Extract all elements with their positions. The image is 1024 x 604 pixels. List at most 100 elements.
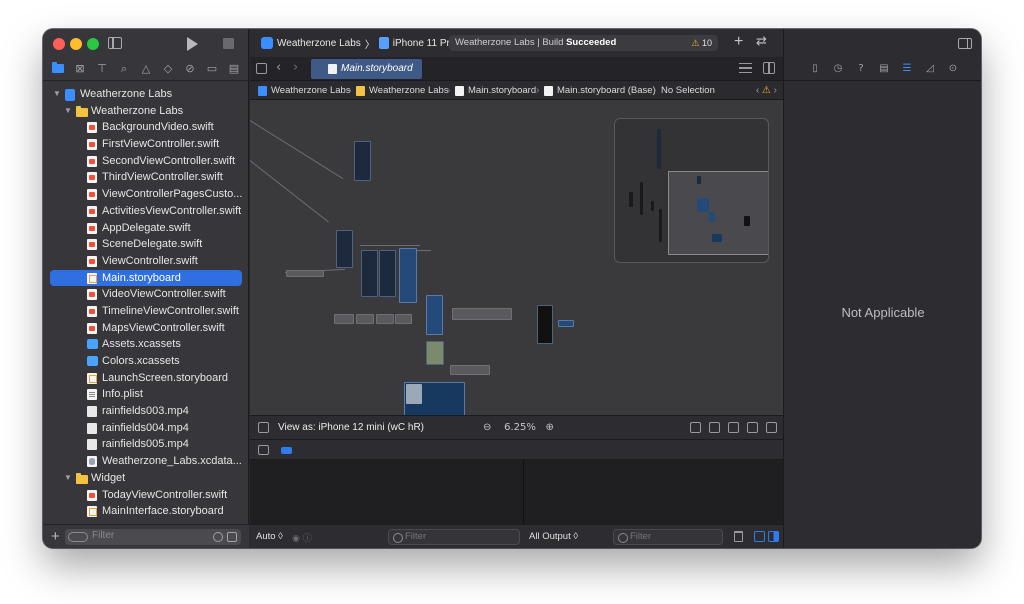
sidebar-toggle-icon[interactable] xyxy=(108,37,122,49)
storyboard-scene[interactable] xyxy=(558,320,574,327)
storyboard-scene[interactable] xyxy=(537,305,553,344)
connections-inspector-icon[interactable]: ⊙ xyxy=(946,62,960,76)
device-configuration[interactable]: View as: iPhone 12 mini (wC hR) xyxy=(278,416,424,440)
code-review-icon[interactable]: ⇄ xyxy=(756,34,767,49)
breadcrumb-base[interactable]: Main.storyboard (Base) xyxy=(544,81,656,100)
tree-item[interactable]: ViewController.swift xyxy=(43,253,249,270)
tree-item[interactable]: TodayViewController.swift xyxy=(43,487,249,504)
canvas-minimap[interactable] xyxy=(614,118,769,263)
tree-item[interactable]: SceneDelegate.swift xyxy=(43,236,249,253)
minimap-viewport[interactable] xyxy=(668,171,768,255)
eye-icon[interactable]: ◉ ⓘ xyxy=(292,531,312,544)
tree-item[interactable]: Main.storyboard xyxy=(50,269,242,287)
filter-options-icon[interactable] xyxy=(68,532,88,542)
tree-item[interactable]: MapsViewController.swift xyxy=(43,320,249,337)
storyboard-scene[interactable] xyxy=(361,250,378,297)
navigation-scene[interactable] xyxy=(286,270,324,277)
tree-item[interactable]: Weatherzone_Labs.xcdata... xyxy=(43,453,249,470)
show-variables-icon[interactable] xyxy=(754,531,765,542)
tree-item[interactable]: ▼ Weatherzone Labs xyxy=(43,103,249,120)
tree-item[interactable]: Colors.xcassets xyxy=(43,353,249,370)
storyboard-scene[interactable] xyxy=(426,295,443,335)
library-button[interactable]: + xyxy=(734,33,743,51)
tree-item[interactable]: Assets.xcassets xyxy=(43,336,249,353)
storyboard-scene[interactable] xyxy=(395,314,412,324)
tree-item[interactable]: ThirdViewController.swift xyxy=(43,169,249,186)
attributes-inspector-icon[interactable]: ☰ xyxy=(900,62,914,76)
storyboard-scene[interactable] xyxy=(354,141,371,181)
breakpoints-toggle-icon[interactable] xyxy=(281,447,292,454)
storyboard-scene[interactable] xyxy=(379,250,396,297)
tree-item[interactable]: FirstViewController.swift xyxy=(43,136,249,153)
pin-icon[interactable] xyxy=(728,422,739,433)
console-filter-field[interactable]: Filter xyxy=(613,529,723,545)
scheme-selector[interactable]: Weatherzone Labs 〉 iPhone 11 Pro xyxy=(261,35,455,51)
breadcrumb-file[interactable]: Main.storyboard xyxy=(455,81,536,100)
breakpoint-icon[interactable]: ▭ xyxy=(205,62,219,76)
storyboard-canvas[interactable] xyxy=(250,100,783,415)
tree-item[interactable]: rainfields004.mp4 xyxy=(43,420,249,437)
tab-main-storyboard[interactable]: Main.storyboard xyxy=(311,59,422,79)
update-frames-icon[interactable] xyxy=(690,422,701,433)
document-outline-toggle-icon[interactable] xyxy=(258,422,269,433)
navigator-filter-field[interactable]: Filter xyxy=(65,529,241,545)
size-inspector-icon[interactable]: ◿ xyxy=(923,62,937,76)
symbol-icon[interactable]: ⊤ xyxy=(95,62,109,76)
recent-files-icon[interactable] xyxy=(213,532,223,542)
storyboard-scene[interactable] xyxy=(406,384,422,404)
history-inspector-icon[interactable]: ◷ xyxy=(831,62,845,76)
zoom-window-button[interactable] xyxy=(87,38,99,50)
trash-icon[interactable] xyxy=(734,531,743,542)
disclosure-triangle-icon[interactable]: ▼ xyxy=(53,86,61,103)
breadcrumb-folder[interactable]: Weatherzone Labs xyxy=(356,81,449,100)
storyboard-scene[interactable] xyxy=(334,314,354,324)
tree-item[interactable]: ▼ Weatherzone Labs xyxy=(43,86,249,103)
tree-item[interactable]: AppDelegate.swift xyxy=(43,220,249,237)
find-icon[interactable]: ⌕ xyxy=(117,62,131,76)
storyboard-scene[interactable] xyxy=(399,248,417,303)
tree-item[interactable]: Info.plist xyxy=(43,386,249,403)
zoom-in-icon[interactable]: ⊕ xyxy=(545,422,553,433)
embed-in-icon[interactable] xyxy=(766,422,777,433)
tree-item[interactable]: rainfields003.mp4 xyxy=(43,403,249,420)
inspector-toggle-icon[interactable] xyxy=(958,38,972,49)
resolve-autolayout-icon[interactable] xyxy=(747,422,758,433)
forward-button[interactable]: › xyxy=(293,60,298,75)
storyboard-scene[interactable] xyxy=(356,314,374,324)
breadcrumb-selection[interactable]: No Selection xyxy=(661,81,715,100)
tree-item[interactable]: BackgroundVideo.swift xyxy=(43,119,249,136)
warning-badge[interactable]: ⚠ 10 xyxy=(691,35,712,51)
issue-icon[interactable]: △ xyxy=(139,62,153,76)
map-scene[interactable] xyxy=(426,341,444,365)
tree-item[interactable]: ▼ Widget xyxy=(43,470,249,487)
file-inspector-icon[interactable]: ▯ xyxy=(808,62,822,76)
hide-debug-area-icon[interactable] xyxy=(258,445,269,455)
folder-icon[interactable] xyxy=(51,62,65,76)
run-button[interactable] xyxy=(187,37,198,51)
stop-button[interactable] xyxy=(223,38,234,49)
debug-icon[interactable]: ⊘ xyxy=(183,62,197,76)
storyboard-scene[interactable] xyxy=(452,308,512,320)
zoom-out-icon[interactable]: ⊖ xyxy=(483,422,491,433)
identity-inspector-icon[interactable]: ▤ xyxy=(877,62,891,76)
source-control-filter-icon[interactable] xyxy=(227,532,237,542)
source-control-icon[interactable]: ⊠ xyxy=(73,62,87,76)
related-items-icon[interactable] xyxy=(256,63,267,74)
storyboard-scene[interactable] xyxy=(376,314,394,324)
tree-item[interactable]: SecondViewController.swift xyxy=(43,153,249,170)
add-file-button[interactable]: + xyxy=(51,528,60,545)
tree-item[interactable]: TimelineViewController.swift xyxy=(43,303,249,320)
align-icon[interactable] xyxy=(709,422,720,433)
back-button[interactable]: ‹ xyxy=(276,60,281,75)
tree-item[interactable]: ViewControllerPagesCusto... xyxy=(43,186,249,203)
tree-item[interactable]: MainInterface.storyboard xyxy=(43,503,249,520)
disclosure-triangle-icon[interactable]: ▼ xyxy=(64,470,72,487)
tree-item[interactable]: ActivitiesViewController.swift xyxy=(43,203,249,220)
output-selector[interactable]: All Output ◊ xyxy=(529,525,578,548)
disclosure-triangle-icon[interactable]: ▼ xyxy=(64,103,72,120)
report-icon[interactable]: ▤ xyxy=(227,62,241,76)
test-icon[interactable]: ◇ xyxy=(161,62,175,76)
variables-filter-field[interactable]: Filter xyxy=(388,529,520,545)
close-window-button[interactable] xyxy=(53,38,65,50)
storyboard-scene[interactable] xyxy=(336,230,353,268)
